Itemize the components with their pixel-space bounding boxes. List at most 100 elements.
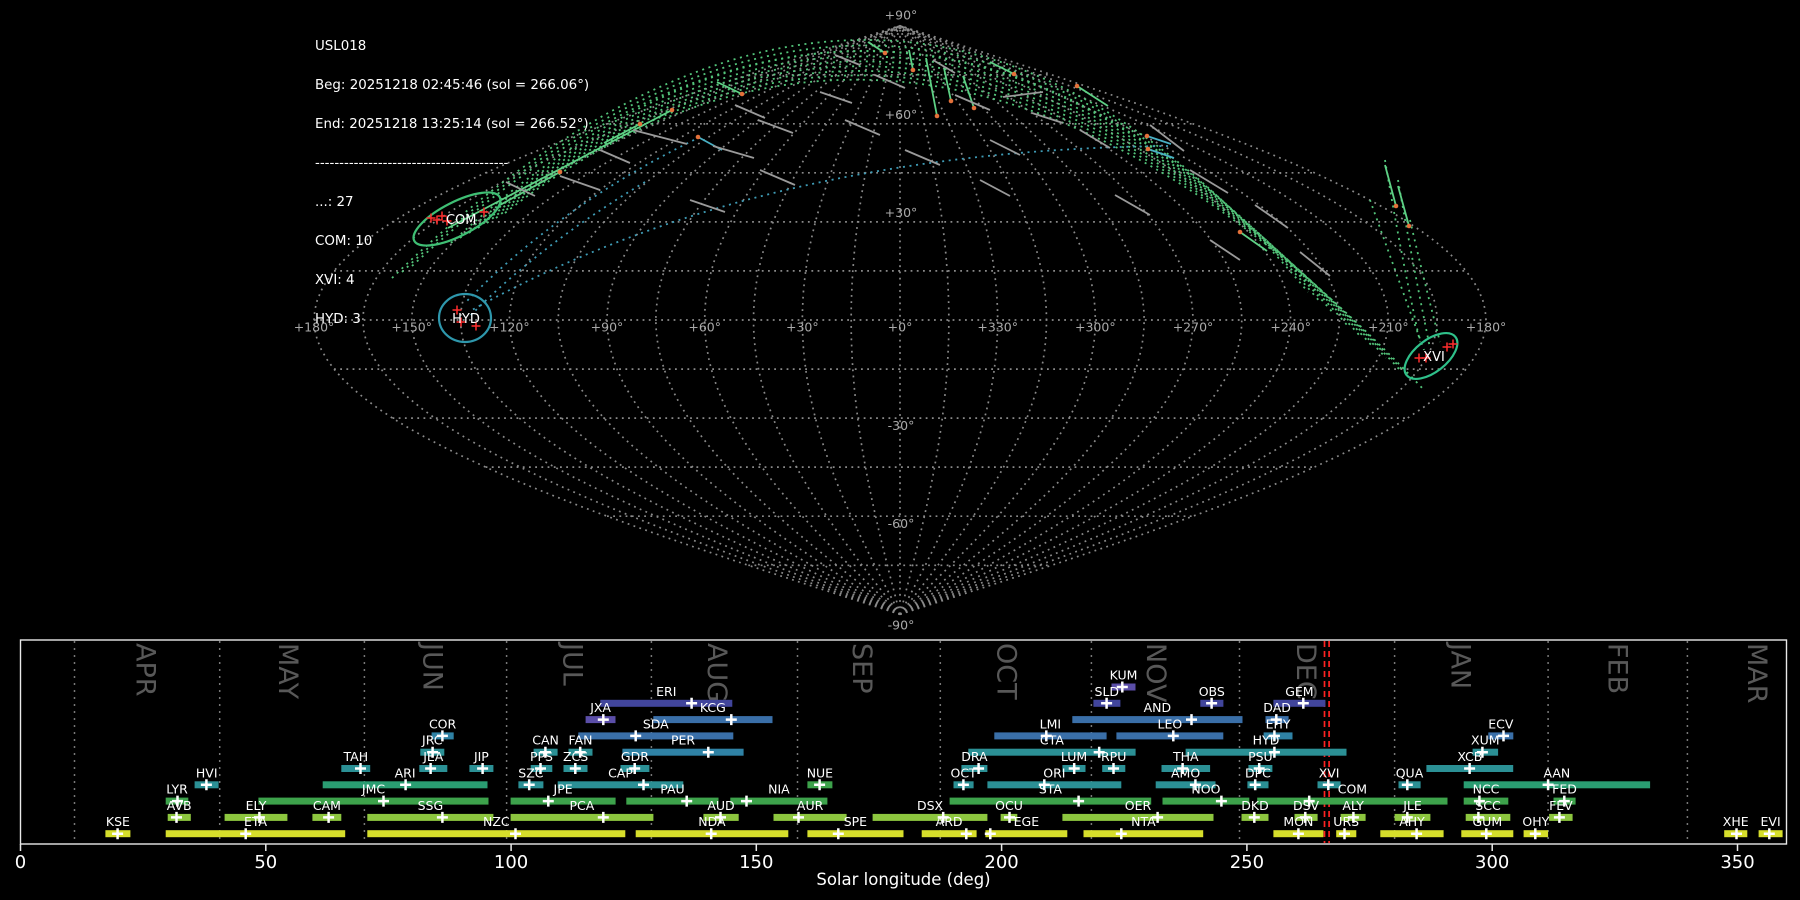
shower-peak-PCA [597,811,609,823]
shower-peak-NUE [814,779,826,791]
shower-label-TAH: TAH [342,749,368,764]
sporadic-trail [1209,239,1241,261]
shower-label-JRC: JRC [421,733,443,748]
shower-peak-TAH [355,763,366,774]
sporadic-trail [989,139,1021,156]
shower-label-GUM: GUM [1472,814,1502,829]
graticule-meridian [752,25,901,615]
shower-label-JLE: JLE [1402,798,1422,813]
tick-label-50: 50 [254,852,277,873]
shower-peak-JIP [477,763,489,774]
shower-peak-ARD [960,828,972,840]
shower-peak-GUM [1480,828,1492,840]
shower-label-STA: STA [1039,782,1063,797]
meteor-track-shower [477,65,1387,359]
shower-label-AUD: AUD [707,798,734,813]
shower-bar-NZC [367,830,626,838]
month-label-JUL: JUL [556,641,587,686]
latitude-label: -90° [888,617,915,632]
longitude-label: +300° [1075,320,1116,335]
meteor-trail [1384,164,1397,207]
shower-peak-AND [1186,714,1197,726]
sporadic-trail [757,119,794,134]
tick-label-100: 100 [494,852,528,873]
shower-peak-SLD [1101,697,1113,709]
shower-label-XCB: XCB [1457,749,1482,764]
shower-label-ETA: ETA [244,814,268,829]
month-label-MAY: MAY [272,643,303,700]
shower-label-AND: AND [1144,700,1172,715]
sporadic-trail [599,149,631,164]
shower-label-ZCS: ZCS [563,749,588,764]
longitude-label: +270° [1173,320,1214,335]
shower-peak-QUA [1401,779,1413,791]
shower-label-PSU: PSU [1248,749,1273,764]
shower-label-RPU: RPU [1101,749,1126,764]
sporadic-trail [1254,204,1289,229]
shower-peak-SPE [832,828,844,840]
latitude-label: +30° [885,205,918,220]
shower-label-NTA: NTA [1131,814,1156,829]
meteor-end-dot [910,67,916,73]
sporadic-trail [904,149,941,166]
shower-label-AHY: AHY [1399,814,1425,829]
shower-label-ORI: ORI [1043,765,1065,780]
shower-label-SPE: SPE [844,814,867,829]
shower-label-AVB: AVB [167,798,192,813]
shower-label-EHY: EHY [1266,716,1291,731]
shower-label-SZC: SZC [518,765,543,780]
shower-bar-EGE [985,830,1068,838]
longitude-label: +210° [1368,320,1409,335]
shower-peak-ERI [686,697,698,709]
shower-label-OCU: OCU [995,798,1023,813]
shower-label-EVI: EVI [1761,814,1781,829]
shower-peak-XHE [1731,828,1742,840]
shower-peak-KSE [112,828,124,840]
activity-timeline-chart: APR MAY JUN JUL AUG SEP OCT NOV DEC JAN FEB MARKUME… [15,639,1788,889]
tick-label-0: 0 [15,852,26,873]
shower-label-NDA: NDA [698,814,726,829]
shower-bar-STA [949,797,1152,805]
shower-label-JEA: JEA [422,749,444,764]
shower-peak-AVB [171,811,182,823]
meteor-end-dot [1011,71,1017,77]
shower-label-LYR: LYR [166,782,188,797]
shower-peak-PER [702,746,714,758]
shower-label-DKD: DKD [1241,798,1268,813]
separator-line: ---------------------------------------- [315,156,509,171]
longitude-label: +30° [786,320,819,335]
shower-peak-PAU [681,795,693,807]
tick-label-150: 150 [739,852,773,873]
meteor-track-shower [486,70,1400,370]
shower-peak-XVI [1322,779,1334,791]
sporadic-trail [979,179,1011,197]
sporadic-trail [1114,194,1151,216]
month-label-NOV: NOV [1140,643,1171,703]
count-com: COM: 10 [315,234,373,249]
shower-label-JMC: JMC [361,782,385,797]
shower-peak-NZC [510,828,521,840]
shower-bar-SPE [807,830,904,838]
shower-label-CAM: CAM [313,798,341,813]
count-xvi: XVI: 4 [315,273,355,288]
shower-label-AAN: AAN [1543,765,1570,780]
month-label-AUG: AUG [701,643,732,702]
shower-peak-MON [1292,828,1304,840]
shower-label-DPC: DPC [1245,765,1271,780]
shower-peak-ECV [1498,730,1509,742]
shower-peak-JXA [597,714,609,726]
meteor-end-dot [1074,83,1080,89]
shower-label-SLD: SLD [1095,684,1120,699]
shower-peak-LEO [1167,730,1179,742]
meteor-end-dot [882,50,888,56]
shower-peak-OHY [1529,828,1541,840]
shower-peak-KCG [725,714,737,726]
session-begin: Beg: 20251218 02:45:46 (sol = 266.06°) [315,78,590,93]
shower-label-OHY: OHY [1522,814,1549,829]
shower-label-FED: FED [1552,782,1577,797]
meteor-station-report: { "info": { "lines": [ "USL018", "Beg: 2… [0,0,1800,900]
shower-label-XUM: XUM [1471,733,1500,748]
shower-bar-JMC [258,797,489,805]
shower-label-DSV: DSV [1293,798,1320,813]
shower-peak-AHY [1411,828,1423,840]
